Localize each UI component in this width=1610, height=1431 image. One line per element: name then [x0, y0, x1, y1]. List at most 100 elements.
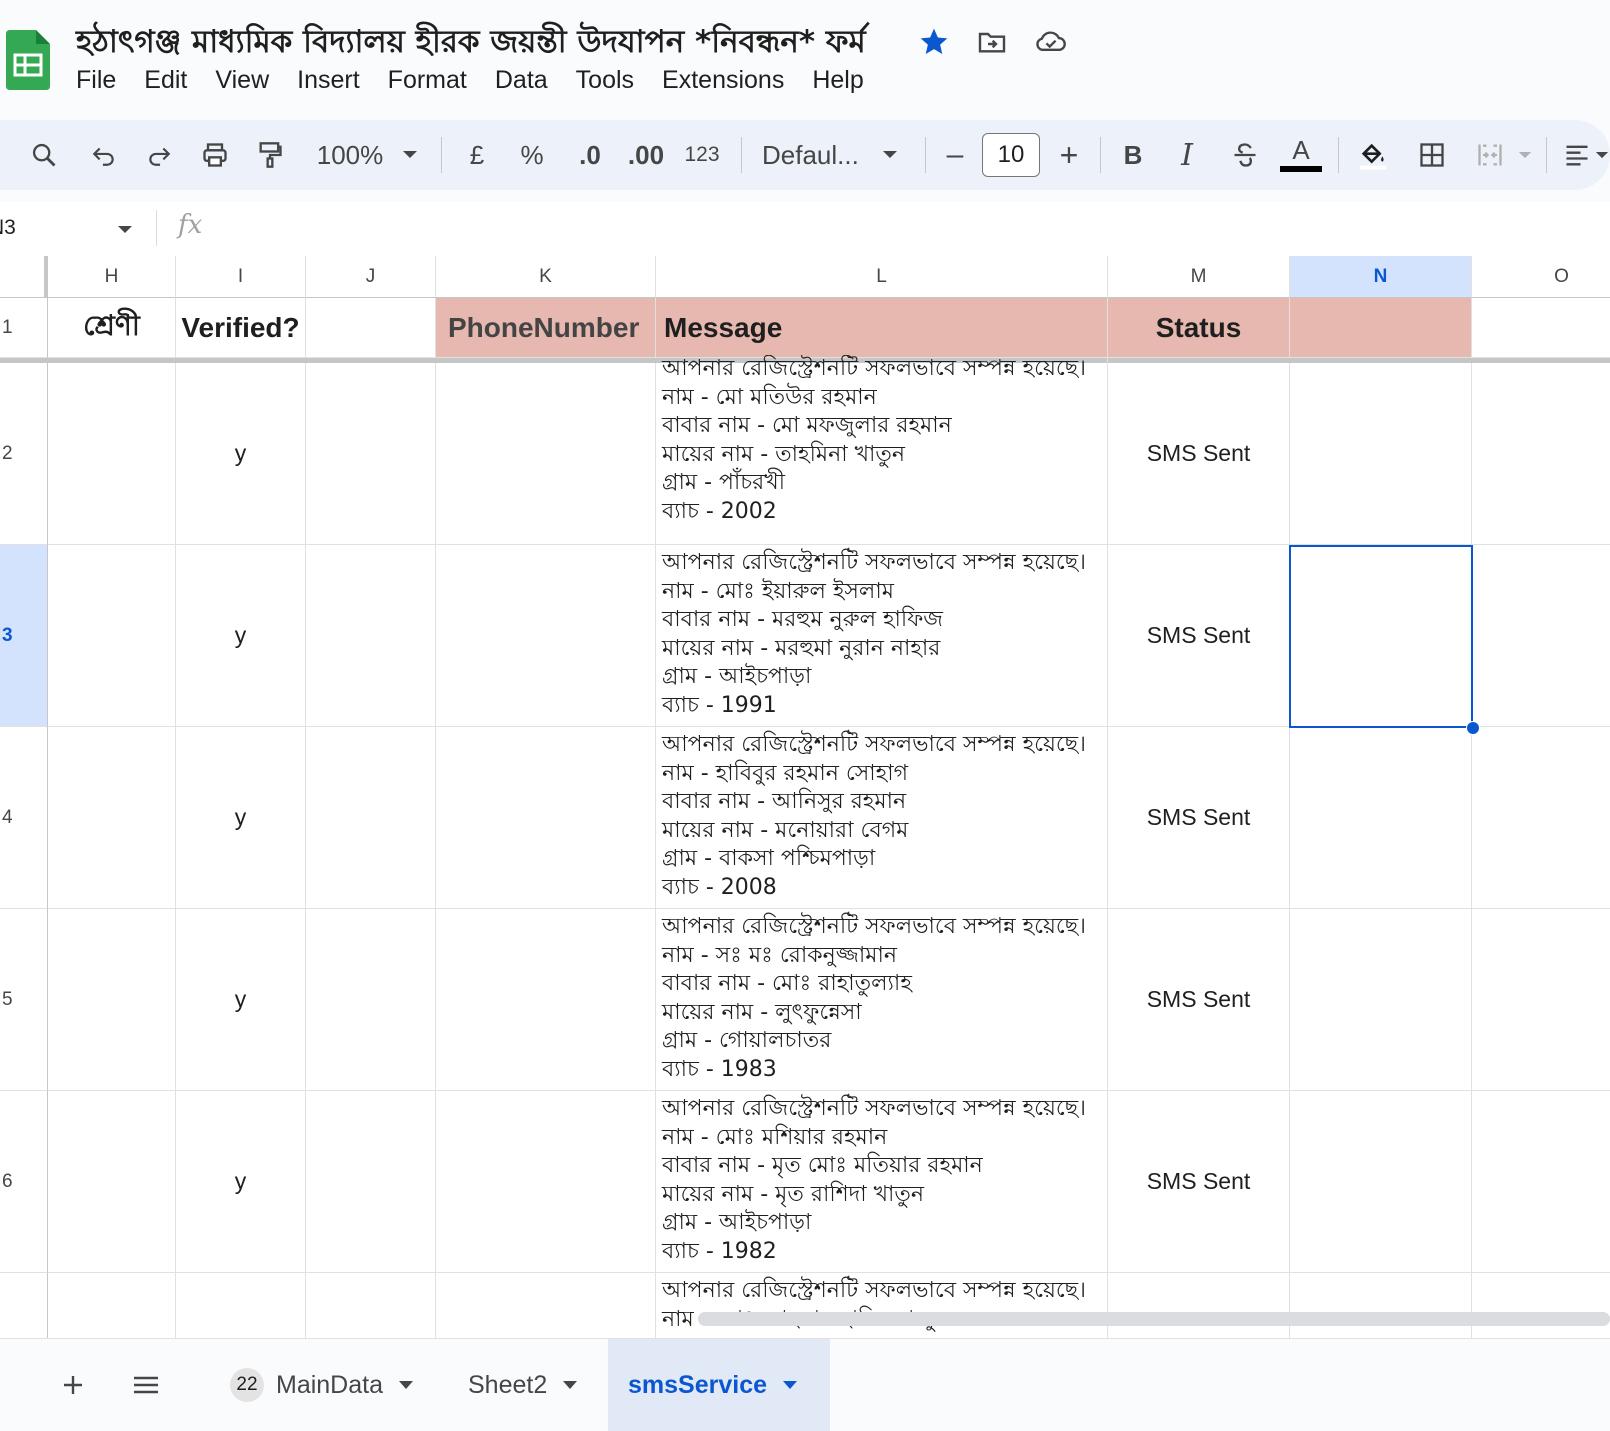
percent-format-button[interactable]: %	[517, 120, 547, 190]
empty-cell[interactable]	[436, 545, 656, 727]
empty-cell[interactable]	[436, 363, 656, 545]
font-family-select[interactable]: Defaul...	[762, 120, 870, 190]
empty-cell[interactable]	[306, 363, 436, 545]
empty-cell[interactable]	[436, 1091, 656, 1273]
sheet-tab-smsservice[interactable]: smsService	[608, 1339, 830, 1431]
borders-icon[interactable]	[1414, 120, 1450, 190]
all-sheets-button[interactable]	[132, 1339, 160, 1431]
message-cell[interactable]: আপনার রেজিস্ট্রেশনটি সফলভাবে সম্পন্ন হয়…	[656, 727, 1108, 909]
empty-cell[interactable]	[48, 909, 176, 1091]
empty-cell[interactable]	[1290, 1273, 1472, 1338]
verified-cell[interactable]: y	[176, 545, 306, 727]
currency-format-button[interactable]: £	[462, 120, 492, 190]
spreadsheet-grid[interactable]: H I J K L M N O 1 শ্রেণী Verified? Phone…	[0, 256, 1610, 1338]
column-header-i[interactable]: I	[176, 256, 306, 298]
strikethrough-icon[interactable]	[1228, 120, 1262, 190]
menu-extensions[interactable]: Extensions	[662, 66, 784, 95]
empty-cell[interactable]	[1472, 909, 1610, 1091]
empty-cell[interactable]	[306, 1091, 436, 1273]
status-cell[interactable]: SMS Sent	[1108, 727, 1290, 909]
status-cell[interactable]: SMS Sent	[1108, 545, 1290, 727]
redo-icon[interactable]	[141, 120, 177, 190]
header-cell-message[interactable]: Message	[656, 298, 1108, 358]
menu-help[interactable]: Help	[812, 66, 863, 95]
text-color-button[interactable]: A	[1280, 120, 1322, 190]
empty-cell[interactable]	[48, 545, 176, 727]
header-cell-phonenumber[interactable]: PhoneNumber	[436, 298, 656, 358]
name-box[interactable]: N3	[0, 216, 16, 240]
empty-cell[interactable]	[1290, 1091, 1472, 1273]
font-size-input[interactable]: 10	[982, 133, 1040, 177]
column-header-o[interactable]: O	[1472, 256, 1610, 298]
search-icon[interactable]	[26, 120, 62, 190]
chevron-down-icon[interactable]	[880, 120, 900, 190]
menu-edit[interactable]: Edit	[144, 66, 187, 95]
chevron-down-icon[interactable]	[1594, 120, 1610, 190]
row-header[interactable]: 2	[0, 363, 48, 545]
chevron-down-icon[interactable]	[399, 1381, 413, 1389]
column-header-h[interactable]: H	[48, 256, 176, 298]
menu-view[interactable]: View	[215, 66, 269, 95]
empty-cell[interactable]	[1472, 363, 1610, 545]
empty-cell[interactable]	[306, 545, 436, 727]
message-cell[interactable]: আপনার রেজিস্ট্রেশনটি সফলভাবে সম্পন্ন হয়…	[656, 355, 1108, 545]
header-cell-n[interactable]	[1290, 298, 1472, 358]
empty-cell[interactable]	[48, 1273, 176, 1338]
cell-selection[interactable]	[1289, 545, 1473, 728]
empty-cell[interactable]	[48, 727, 176, 909]
message-cell[interactable]: আপনার রেজিস্ট্রেশনটি সফলভাবে সম্পন্ন হয়…	[656, 909, 1108, 1091]
row-header[interactable]: 6	[0, 1091, 48, 1273]
column-header-k[interactable]: K	[436, 256, 656, 298]
column-header-l[interactable]: L	[656, 256, 1108, 298]
header-cell-verified[interactable]: Verified?	[176, 298, 306, 358]
number-format-button[interactable]: 123	[682, 120, 722, 190]
empty-cell[interactable]	[48, 1091, 176, 1273]
empty-cell[interactable]	[306, 727, 436, 909]
row-header[interactable]: 3	[0, 545, 48, 727]
fill-color-icon[interactable]	[1352, 120, 1394, 190]
empty-cell[interactable]	[1472, 1091, 1610, 1273]
chevron-down-icon[interactable]	[118, 226, 132, 233]
message-cell[interactable]: আপনার রেজিস্ট্রেশনটি সফলভাবে সম্পন্ন হয়…	[656, 545, 1108, 727]
status-cell[interactable]: SMS Sent	[1108, 909, 1290, 1091]
italic-button[interactable]: I	[1172, 120, 1202, 190]
header-cell-shreni[interactable]: শ্রেণী	[48, 298, 176, 358]
column-header-n[interactable]: N	[1290, 256, 1472, 298]
message-cell[interactable]: আপনার রেজিস্ট্রেশনটি সফলভাবে সম্পন্ন হয়…	[656, 1273, 1108, 1338]
column-header-m[interactable]: M	[1108, 256, 1290, 298]
row-header[interactable]: 4	[0, 727, 48, 909]
header-cell-j[interactable]	[306, 298, 436, 358]
status-cell[interactable]: SMS Sent	[1108, 363, 1290, 545]
decrease-decimal-button[interactable]: .0	[570, 120, 610, 190]
empty-cell[interactable]	[436, 727, 656, 909]
empty-cell[interactable]	[306, 909, 436, 1091]
move-folder-icon[interactable]	[976, 26, 1008, 58]
empty-cell[interactable]	[1290, 909, 1472, 1091]
print-icon[interactable]	[197, 120, 233, 190]
increase-decimal-button[interactable]: .00	[622, 120, 670, 190]
chevron-down-icon[interactable]	[1516, 120, 1534, 190]
column-header-j[interactable]: J	[306, 256, 436, 298]
star-icon[interactable]	[918, 26, 950, 58]
status-cell[interactable]	[1108, 1273, 1290, 1338]
decrease-font-size-button[interactable]: –	[942, 120, 968, 190]
status-cell[interactable]: SMS Sent	[1108, 1091, 1290, 1273]
increase-font-size-button[interactable]: +	[1054, 120, 1084, 190]
row-header-1[interactable]: 1	[0, 298, 48, 358]
bold-button[interactable]: B	[1118, 120, 1148, 190]
empty-cell[interactable]	[1290, 363, 1472, 545]
menu-insert[interactable]: Insert	[297, 66, 360, 95]
empty-cell[interactable]	[1472, 545, 1610, 727]
empty-cell[interactable]	[436, 1273, 656, 1338]
menu-data[interactable]: Data	[495, 66, 548, 95]
verified-cell[interactable]: y	[176, 363, 306, 545]
sheet-tab-maindata[interactable]: 22 MainData	[224, 1339, 419, 1431]
message-cell[interactable]: আপনার রেজিস্ট্রেশনটি সফলভাবে সম্পন্ন হয়…	[656, 1091, 1108, 1273]
merge-cells-icon[interactable]	[1472, 120, 1508, 190]
zoom-select[interactable]: 100%	[310, 120, 390, 190]
header-cell-o[interactable]	[1472, 298, 1610, 358]
undo-icon[interactable]	[86, 120, 122, 190]
verified-cell[interactable]	[176, 1273, 306, 1338]
menu-file[interactable]: File	[76, 66, 116, 95]
fill-handle[interactable]	[1466, 721, 1480, 735]
